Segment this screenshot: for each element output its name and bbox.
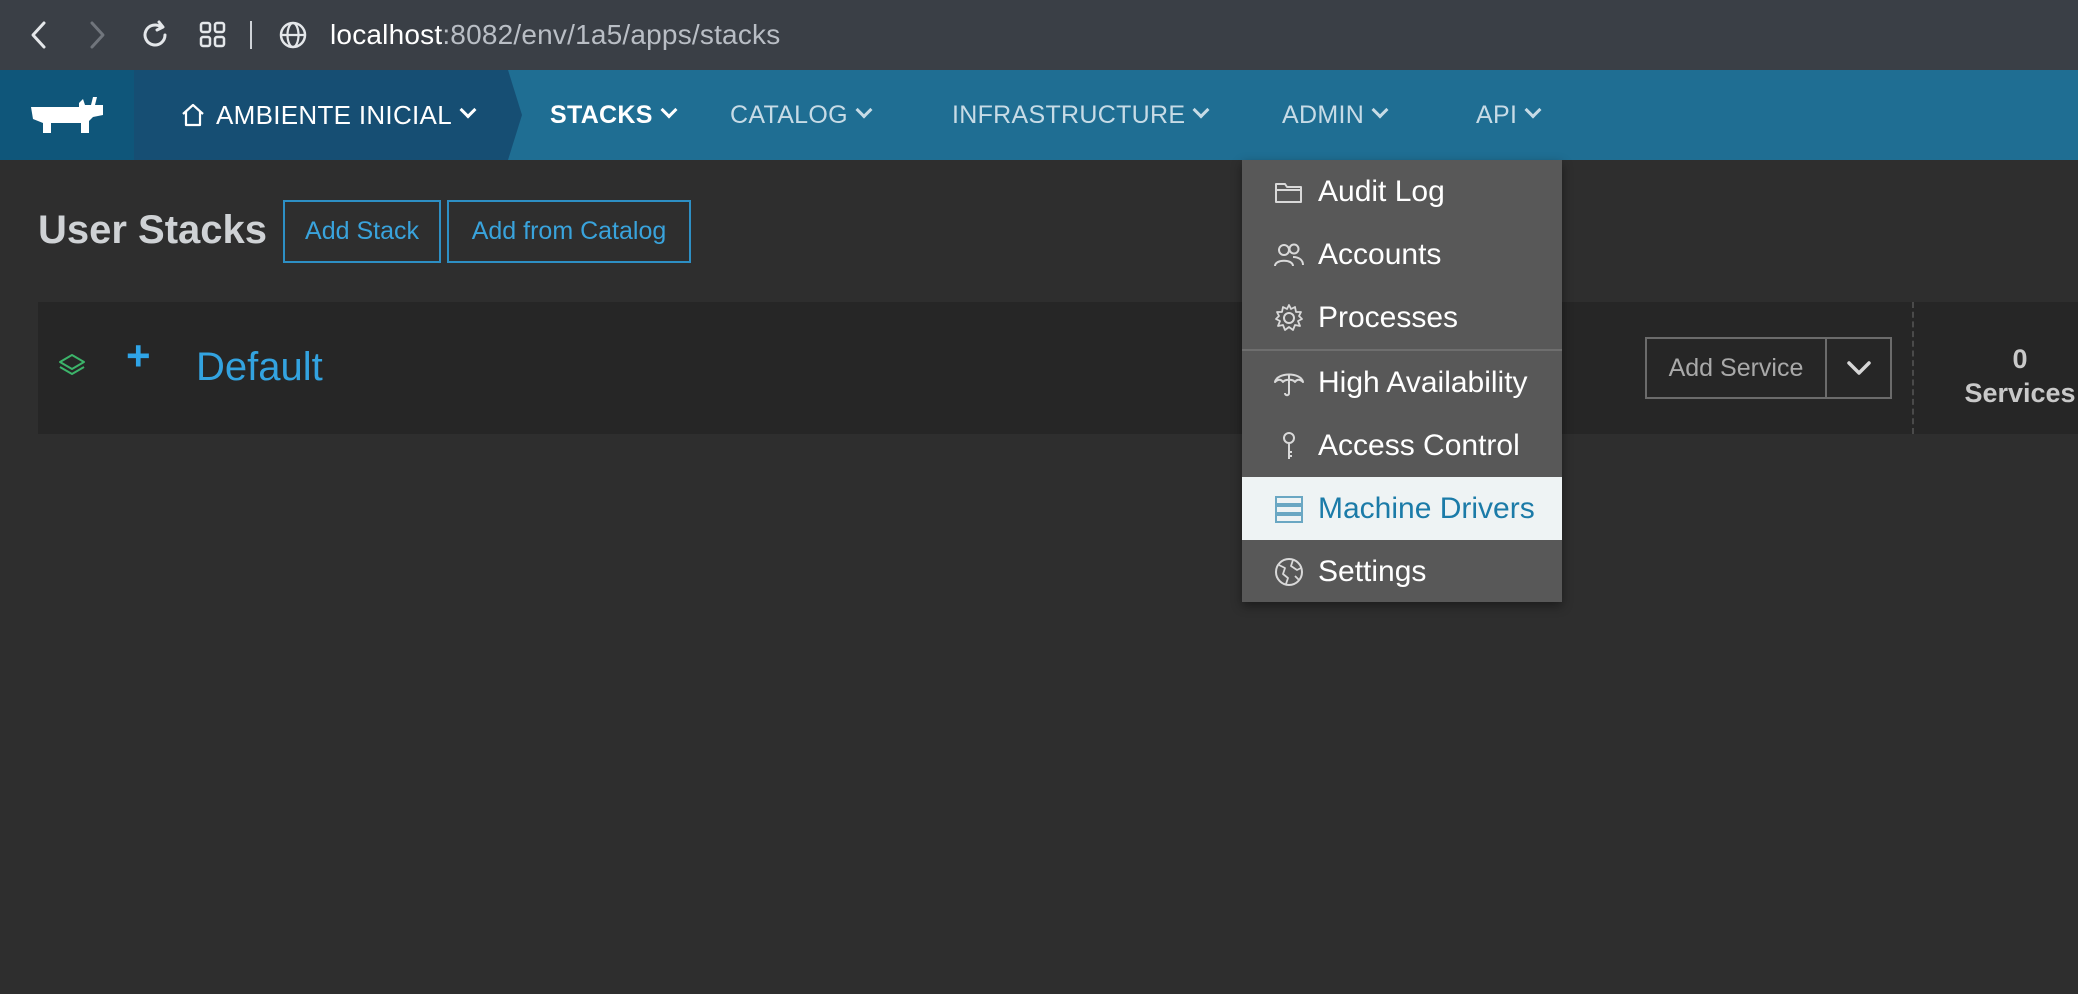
reload-button[interactable]	[126, 0, 184, 70]
users-icon	[1272, 238, 1306, 272]
site-info-button[interactable]	[264, 0, 322, 70]
service-count-label: Services	[1964, 378, 2076, 408]
add-from-catalog-button[interactable]: Add from Catalog	[447, 200, 691, 263]
menu-item-processes[interactable]: Processes	[1242, 286, 1562, 349]
chevron-down-icon	[1371, 101, 1389, 119]
url-host: localhost	[330, 19, 443, 50]
toolbar-divider	[250, 21, 252, 49]
menu-item-label: Machine Drivers	[1318, 491, 1535, 525]
nav-stacks-label: STACKS	[550, 100, 653, 129]
ranch-logo-icon	[31, 97, 103, 133]
url-path: :8082/env/1a5/apps/stacks	[442, 19, 781, 50]
reload-icon	[143, 20, 167, 47]
gear-icon	[1272, 301, 1306, 335]
nav-admin-label: ADMIN	[1282, 100, 1365, 129]
nav-catalog-label: CATALOG	[730, 100, 848, 129]
stack-name-link[interactable]: Default	[196, 345, 323, 390]
chevron-down-icon	[660, 101, 678, 119]
menu-item-access-control[interactable]: Access Control	[1242, 414, 1562, 477]
menu-item-label: High Availability	[1318, 365, 1528, 399]
add-service-button[interactable]: Add Service	[1647, 339, 1827, 397]
home-icon	[182, 103, 204, 127]
nav-admin[interactable]: ADMIN	[1282, 70, 1389, 160]
layers-icon	[59, 354, 85, 375]
folder-icon	[1272, 175, 1306, 209]
browser-toolbar: localhost:8082/env/1a5/apps/stacks	[0, 0, 2078, 70]
globe-icon	[279, 21, 307, 49]
expand-stack-icon[interactable]: +	[126, 332, 151, 380]
chevron-down-icon	[459, 101, 477, 119]
app-header: AMBIENTE INICIAL STACKS CATALOG INFRASTR…	[0, 70, 2078, 160]
forward-arrow-icon	[90, 21, 105, 49]
key-icon	[1272, 429, 1306, 463]
menu-item-high-availability[interactable]: High Availability	[1242, 351, 1562, 414]
menu-item-label: Audit Log	[1318, 174, 1445, 208]
chevron-down-icon	[1192, 101, 1210, 119]
page-title: User Stacks	[38, 208, 268, 252]
menu-item-label: Accounts	[1318, 237, 1442, 271]
address-bar[interactable]: localhost:8082/env/1a5/apps/stacks	[330, 19, 780, 51]
nav-infrastructure-label: INFRASTRUCTURE	[952, 100, 1186, 129]
nav-infrastructure[interactable]: INFRASTRUCTURE	[952, 70, 1210, 160]
environment-switcher[interactable]: AMBIENTE INICIAL	[134, 70, 508, 160]
menu-item-audit-log[interactable]: Audit Log	[1242, 160, 1562, 223]
service-count: 0 Services	[1920, 342, 2078, 410]
nav-api-label: API	[1476, 100, 1518, 129]
menu-item-settings[interactable]: Settings	[1242, 540, 1562, 603]
forward-button[interactable]	[68, 0, 126, 70]
back-button[interactable]	[10, 0, 68, 70]
grid-icon	[199, 21, 226, 48]
admin-dropdown-menu: Audit Log Accounts Processes High Availa…	[1242, 160, 1562, 602]
add-stack-button[interactable]: Add Stack	[283, 200, 441, 263]
umbrella-icon	[1272, 366, 1306, 400]
tabs-overview-button[interactable]	[184, 0, 242, 70]
menu-item-machine-drivers[interactable]: Machine Drivers	[1242, 477, 1562, 540]
chevron-down-icon	[1524, 101, 1542, 119]
service-count-divider	[1912, 302, 1914, 434]
rancher-logo[interactable]	[0, 70, 134, 160]
environment-arrow-decoration	[508, 70, 522, 160]
globe-settings-icon	[1272, 555, 1306, 589]
nav-catalog[interactable]: CATALOG	[730, 70, 873, 160]
nav-stacks[interactable]: STACKS	[550, 70, 678, 160]
menu-item-label: Settings	[1318, 554, 1427, 588]
environment-name: AMBIENTE INICIAL	[216, 99, 452, 130]
chevron-down-icon	[1846, 361, 1871, 375]
add-service-button-group: Add Service	[1645, 337, 1892, 399]
service-count-number: 0	[2012, 344, 2028, 374]
server-icon	[1272, 492, 1306, 526]
nav-api[interactable]: API	[1476, 70, 1542, 160]
menu-item-label: Access Control	[1318, 428, 1520, 462]
add-service-dropdown-toggle[interactable]	[1827, 339, 1890, 397]
menu-item-label: Processes	[1318, 300, 1459, 334]
back-arrow-icon	[31, 21, 46, 49]
menu-item-accounts[interactable]: Accounts	[1242, 223, 1562, 286]
chevron-down-icon	[855, 101, 873, 119]
